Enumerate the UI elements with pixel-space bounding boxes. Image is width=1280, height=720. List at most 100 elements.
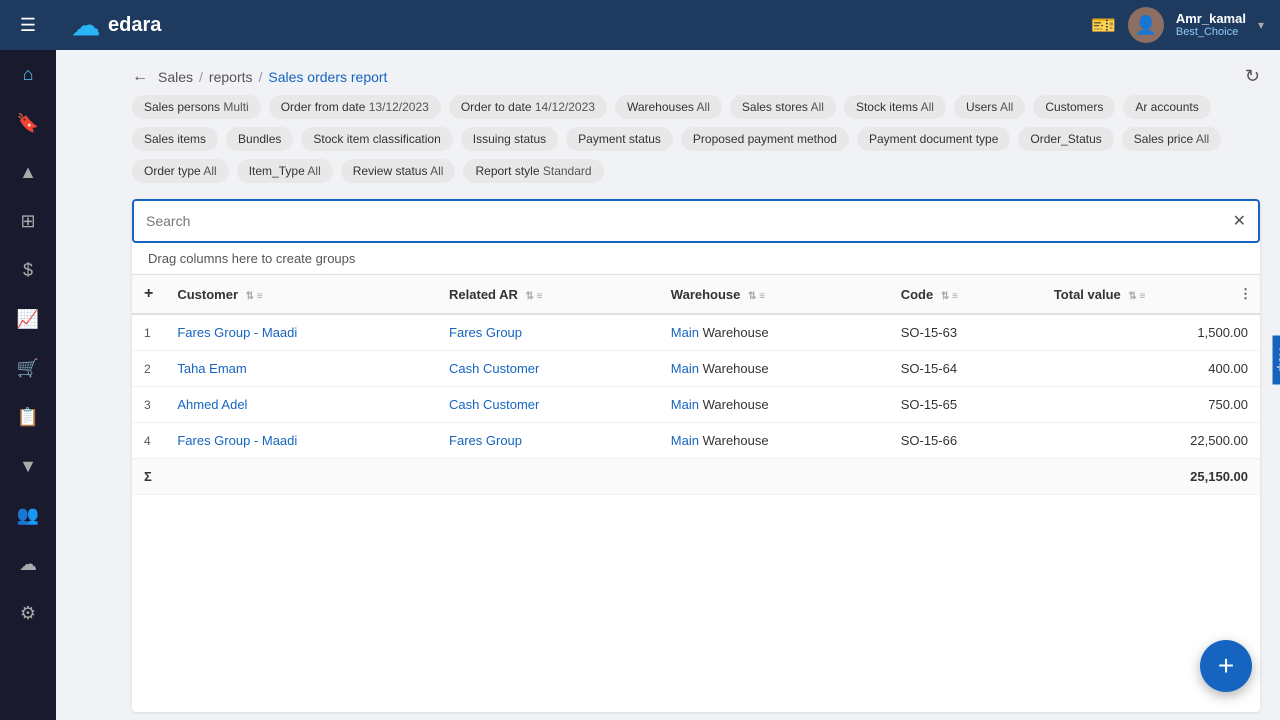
topbar: ☁ edara 🎫 👤 Amr_kamal Best_Choice ▾	[56, 0, 1280, 50]
sidebar-item-users[interactable]: 👥	[0, 491, 56, 540]
code-cell: SO-15-64	[889, 351, 1042, 387]
ar-cell: Cash Customer	[437, 351, 659, 387]
filter-chip[interactable]: Users All	[954, 95, 1025, 119]
filter-chip[interactable]: Issuing status	[461, 127, 558, 151]
filter-chip[interactable]: Review status All	[341, 159, 456, 183]
drag-columns-hint: Drag columns here to create groups	[132, 243, 1260, 275]
avatar[interactable]: 👤	[1128, 7, 1164, 43]
filter-chip[interactable]: Payment document type	[857, 127, 1010, 151]
filter-chip[interactable]: Sales price All	[1122, 127, 1221, 151]
warehouse-cell: Main Warehouse	[659, 423, 889, 459]
back-button[interactable]: ←	[132, 68, 148, 86]
customer-cell: Fares Group - Maadi	[165, 314, 437, 351]
col-ar-sort-icons[interactable]: ⇅ ≡	[526, 291, 543, 302]
col-total-value[interactable]: Total value ⇅ ≡ ⋮	[1042, 275, 1260, 314]
total-cell: 1,500.00	[1042, 314, 1260, 351]
warehouse-cell: Main Warehouse	[659, 351, 889, 387]
customer-cell: Fares Group - Maadi	[165, 423, 437, 459]
row-number: 3	[132, 387, 165, 423]
table-row[interactable]: 4 Fares Group - Maadi Fares Group Main W…	[132, 423, 1260, 459]
add-column-button[interactable]: +	[132, 275, 165, 314]
total-cell: 22,500.00	[1042, 423, 1260, 459]
sidebar-item-grid[interactable]: ⊞	[0, 197, 56, 246]
ar-cell: Fares Group	[437, 423, 659, 459]
filter-chip[interactable]: Order type All	[132, 159, 229, 183]
help-tab[interactable]: Help	[1273, 336, 1280, 385]
breadcrumb-sales[interactable]: Sales	[158, 69, 193, 85]
col-related-ar[interactable]: Related AR ⇅ ≡	[437, 275, 659, 314]
breadcrumb-sep2: /	[259, 69, 263, 85]
refresh-button[interactable]: ↻	[1245, 66, 1260, 87]
clear-search-button[interactable]: ✕	[1233, 211, 1246, 231]
customer-cell: Ahmed Adel	[165, 387, 437, 423]
sigma-total: 25,150.00	[1042, 459, 1260, 495]
menu-icon[interactable]: ☰	[20, 15, 36, 36]
filter-chip[interactable]: Report style Standard	[463, 159, 603, 183]
logo-text: edara	[108, 14, 161, 37]
filter-chip[interactable]: Order_Status	[1018, 127, 1113, 151]
sigma-row: Σ 25,150.00	[132, 459, 1260, 495]
sidebar-item-collapse[interactable]: ▲	[0, 148, 56, 197]
filter-chip[interactable]: Sales stores All	[730, 95, 836, 119]
sidebar: ☰ ⌂ 🔖 ▲ ⊞ $ 📈 🛒 📋 ▼ 👥 ☁ ⚙	[0, 0, 56, 720]
table-row[interactable]: 3 Ahmed Adel Cash Customer Main Warehous…	[132, 387, 1260, 423]
user-menu-chevron[interactable]: ▾	[1258, 18, 1264, 32]
col-customer-sort-icons[interactable]: ⇅ ≡	[246, 291, 263, 302]
sidebar-item-expand[interactable]: ▼	[0, 442, 56, 491]
more-columns-icon[interactable]: ⋮	[1239, 286, 1252, 302]
filter-chip[interactable]: Customers	[1033, 95, 1115, 119]
filter-chip[interactable]: Order to date 14/12/2023	[449, 95, 607, 119]
user-name: Amr_kamal	[1176, 11, 1246, 27]
ar-cell: Cash Customer	[437, 387, 659, 423]
filter-chip[interactable]: Proposed payment method	[681, 127, 849, 151]
code-cell: SO-15-63	[889, 314, 1042, 351]
notifications-icon[interactable]: 🎫	[1091, 13, 1116, 38]
filter-chip[interactable]: Stock item classification	[301, 127, 452, 151]
sidebar-item-reports[interactable]: 📋	[0, 393, 56, 442]
fab-add-button[interactable]: +	[1200, 640, 1252, 692]
filter-chip[interactable]: Stock items All	[844, 95, 946, 119]
col-warehouse-sort-icons[interactable]: ⇅ ≡	[748, 291, 765, 302]
main-content: ← Sales / reports / Sales orders report …	[112, 50, 1280, 720]
col-code-sort-icons[interactable]: ⇅ ≡	[941, 291, 958, 302]
table-scroll[interactable]: + Customer ⇅ ≡ Related AR ⇅ ≡ Warehouse …	[132, 275, 1260, 712]
filters-area: Sales persons Multi Order from date 13/12…	[112, 95, 1280, 191]
sidebar-item-settings[interactable]: ⚙	[0, 589, 56, 638]
filter-chip[interactable]: Ar accounts	[1123, 95, 1210, 119]
filter-chip[interactable]: Order from date 13/12/2023	[269, 95, 441, 119]
logo-cloud-icon: ☁	[72, 9, 100, 42]
col-customer[interactable]: Customer ⇅ ≡	[165, 275, 437, 314]
filter-chip[interactable]: Warehouses All	[615, 95, 722, 119]
sidebar-item-finance[interactable]: $	[0, 246, 56, 295]
filter-chip[interactable]: Sales items	[132, 127, 218, 151]
table-row[interactable]: 2 Taha Emam Cash Customer Main Warehouse…	[132, 351, 1260, 387]
row-number: 1	[132, 314, 165, 351]
filter-chip[interactable]: Bundles	[226, 127, 293, 151]
topbar-right: 🎫 👤 Amr_kamal Best_Choice ▾	[1091, 7, 1264, 43]
sidebar-item-cart[interactable]: 🛒	[0, 344, 56, 393]
filter-chip[interactable]: Item_Type All	[237, 159, 333, 183]
user-role: Best_Choice	[1176, 26, 1246, 39]
ar-cell: Fares Group	[437, 314, 659, 351]
row-number: 4	[132, 423, 165, 459]
col-code[interactable]: Code ⇅ ≡	[889, 275, 1042, 314]
warehouse-cell: Main Warehouse	[659, 314, 889, 351]
filter-chip[interactable]: Payment status	[566, 127, 673, 151]
filter-chip[interactable]: Sales persons Multi	[132, 95, 261, 119]
sigma-symbol: Σ	[132, 459, 165, 495]
search-input[interactable]	[146, 213, 1233, 229]
breadcrumb-reports[interactable]: reports	[209, 69, 253, 85]
col-warehouse[interactable]: Warehouse ⇅ ≡	[659, 275, 889, 314]
sidebar-item-cloud[interactable]: ☁	[0, 540, 56, 589]
table-row[interactable]: 1 Fares Group - Maadi Fares Group Main W…	[132, 314, 1260, 351]
row-number: 2	[132, 351, 165, 387]
sidebar-item-analytics[interactable]: 📈	[0, 295, 56, 344]
logo: ☁ edara	[72, 9, 161, 42]
table-header-row: + Customer ⇅ ≡ Related AR ⇅ ≡ Warehouse …	[132, 275, 1260, 314]
col-total-sort-icons[interactable]: ⇅ ≡	[1128, 291, 1145, 302]
total-cell: 750.00	[1042, 387, 1260, 423]
breadcrumb: ← Sales / reports / Sales orders report …	[112, 50, 1280, 95]
user-info: Amr_kamal Best_Choice	[1176, 11, 1246, 40]
sidebar-item-bookmark[interactable]: 🔖	[0, 99, 56, 148]
sidebar-item-home[interactable]: ⌂	[0, 50, 56, 99]
